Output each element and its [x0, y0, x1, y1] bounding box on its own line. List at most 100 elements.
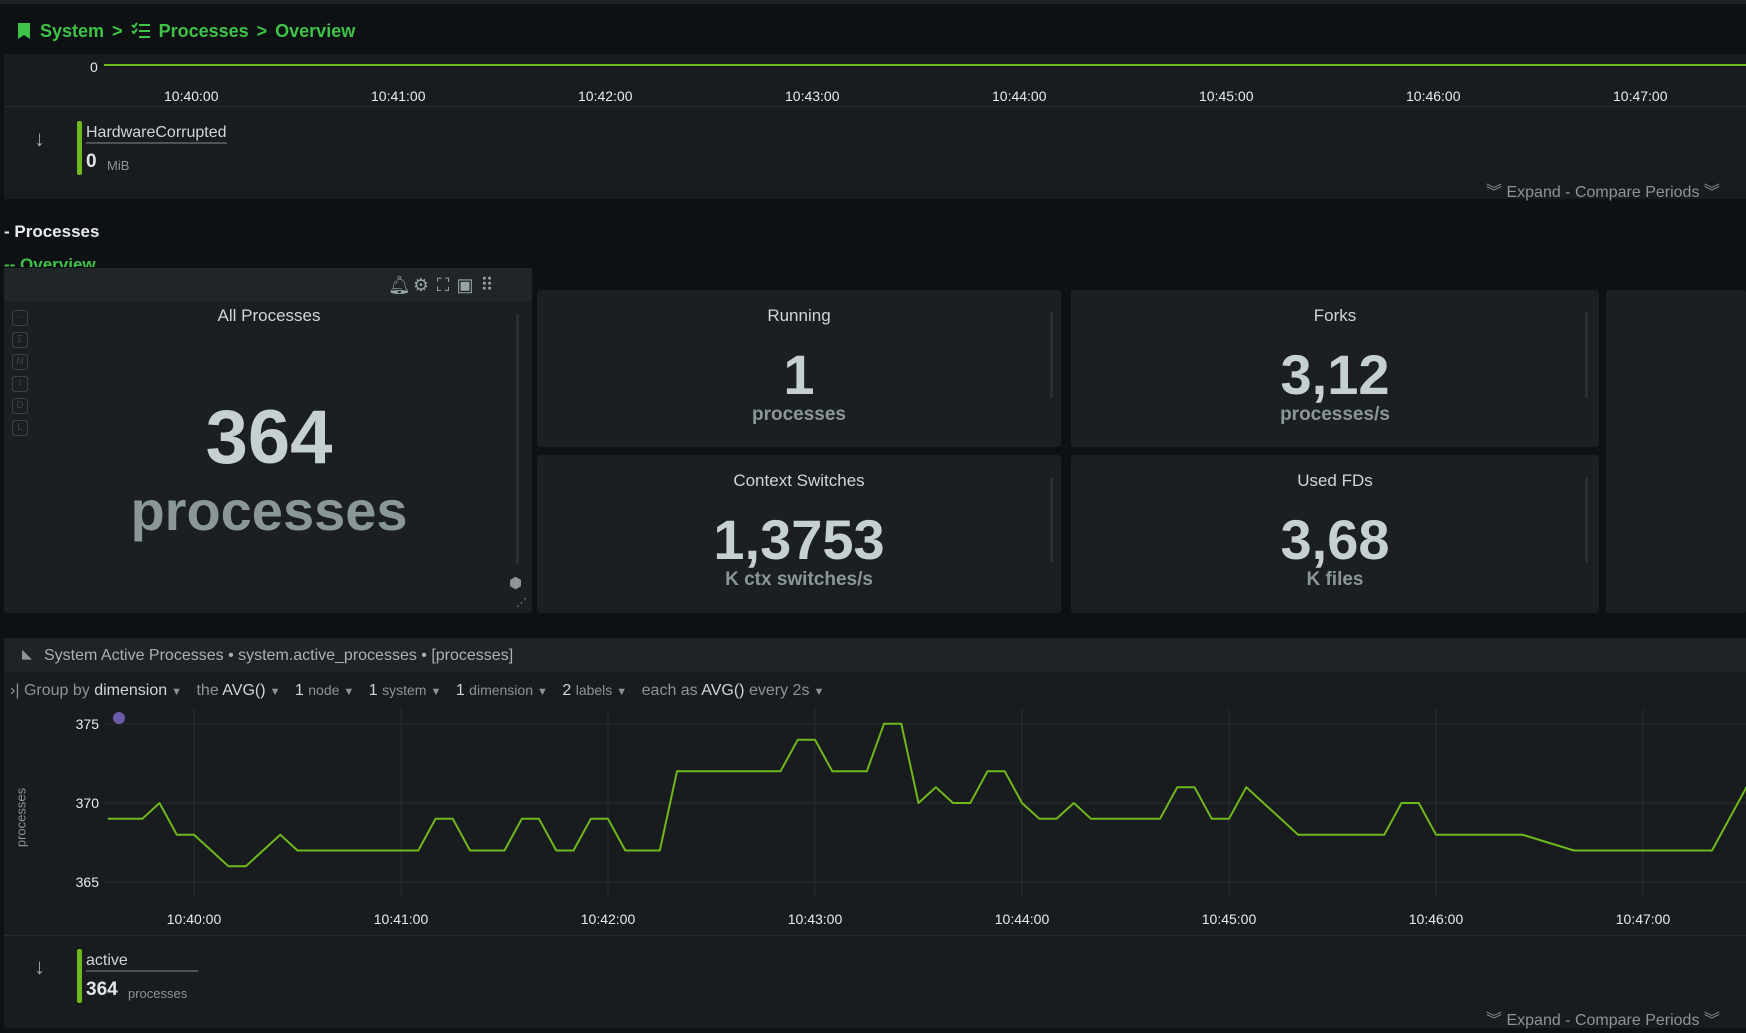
aggregation-label: the: [196, 682, 219, 699]
breadcrumb-overview[interactable]: Overview: [275, 21, 355, 42]
line-chart-svg[interactable]: 10:40:00 10:41:00 10:42:00 10:43:00 10:44:00…: [4, 708, 1746, 938]
systems-dropdown[interactable]: system: [382, 682, 426, 698]
card-unit: K ctx switches/s: [725, 569, 873, 590]
card-unit: processes/s: [1280, 404, 1390, 425]
netdata-icon: ⬢: [509, 575, 523, 592]
section-overview[interactable]: -- Overview: [4, 255, 96, 267]
nodes-dropdown[interactable]: node: [308, 682, 339, 698]
y-tick-label: 0: [90, 59, 98, 75]
running-card[interactable]: Running 1 processes: [537, 290, 1061, 447]
legend-color-bar: [77, 949, 82, 1003]
x-tick-label: 10:41:00: [371, 88, 426, 104]
x-axis-ticks: 10:40:00 10:41:00 10:42:00 10:43:00 10:4…: [4, 88, 1746, 108]
legend-value: 0: [86, 151, 97, 172]
expand-compare-link[interactable]: ︾ Expand - Compare Periods ︾: [1486, 1006, 1720, 1030]
card-title: Forks: [1313, 306, 1357, 325]
group-by-dropdown[interactable]: dimension: [94, 682, 167, 699]
card-title: Running: [767, 306, 831, 325]
i-icon[interactable]: I: [12, 376, 28, 392]
chevron-down-icon[interactable]: ▼: [343, 686, 354, 698]
card-value: 364: [205, 395, 333, 480]
breadcrumb-system[interactable]: System: [40, 21, 104, 42]
systems-count[interactable]: 1: [369, 682, 378, 699]
x-tick-label: 10:42:00: [578, 88, 633, 104]
arrow-down-icon[interactable]: ↓: [34, 954, 45, 980]
card-unit: processes: [130, 479, 408, 542]
series-line-active[interactable]: [107, 722, 1746, 868]
card-value: 1,3753: [713, 508, 885, 571]
save-icon[interactable]: ▣: [454, 275, 476, 296]
labels-dropdown[interactable]: labels: [576, 682, 613, 698]
annotation-marker-icon[interactable]: [113, 712, 125, 724]
group-by-label: Group by: [23, 682, 90, 699]
labels-count[interactable]: 2: [562, 682, 571, 699]
each-as-label: each as: [641, 682, 698, 699]
double-chevron-down-icon: ︾: [1703, 1012, 1720, 1029]
x-tick-label: 10:46:00: [1409, 911, 1464, 927]
used-fds-card[interactable]: Used FDs 3,68 K files: [1071, 455, 1599, 613]
breadcrumb-separator: >: [112, 20, 123, 41]
x-tick-label: 10:40:00: [164, 88, 219, 104]
chevron-down-icon[interactable]: ▼: [171, 686, 182, 698]
chevron-down-icon[interactable]: ▼: [270, 686, 281, 698]
card-scrollbar[interactable]: [1585, 312, 1588, 398]
chevron-down-icon[interactable]: ▼: [813, 686, 824, 698]
card-title: Used FDs: [1297, 471, 1373, 490]
dimensions-dropdown[interactable]: dimension: [469, 682, 533, 698]
zero-line: [104, 64, 1746, 66]
x-tick-label: 10:47:00: [1613, 88, 1668, 104]
time-aggregation-dropdown[interactable]: AVG(): [701, 682, 744, 699]
fullscreen-icon[interactable]: ⛶: [432, 275, 454, 296]
x-tick-label: 10:43:00: [788, 911, 843, 927]
x-tick-label: 10:45:00: [1199, 88, 1254, 104]
chart-status-icon: ◣: [22, 646, 32, 661]
y-tick-label: 370: [76, 795, 100, 811]
sliders-icon[interactable]: ⚙: [410, 275, 432, 296]
chevron-down-icon[interactable]: ▼: [537, 686, 548, 698]
aggregation-dropdown[interactable]: AVG(): [222, 682, 265, 699]
arrow-down-icon[interactable]: ↓: [34, 126, 45, 152]
double-chevron-down-icon: ︾: [1703, 184, 1720, 201]
legend-dimension-name[interactable]: active: [86, 952, 198, 972]
collapse-icon[interactable]: ›|: [10, 682, 19, 699]
x-tick-label: 10:44:00: [992, 88, 1047, 104]
x-tick-label: 10:44:00: [995, 911, 1050, 927]
breadcrumb-processes[interactable]: Processes: [159, 21, 249, 42]
breadcrumb: System > Processes > Overview: [16, 18, 355, 44]
double-chevron-down-icon: ︾: [1486, 1012, 1503, 1029]
bookmark-icon: [18, 23, 30, 39]
card-unit: K files: [1306, 569, 1364, 590]
chart-header-title[interactable]: System Active Processes • system.active_…: [44, 647, 513, 665]
all-processes-card[interactable]: 🔔︎ ⚙ ⛶ ▣ ⠿ ⋯ Σ N I D L All Processes 364 pro…: [4, 268, 532, 613]
legend-dimension-name[interactable]: HardwareCorrupted: [86, 124, 227, 144]
legend-value: 364: [86, 979, 118, 1000]
card-scrollbar[interactable]: [1050, 477, 1053, 563]
partial-card[interactable]: [1606, 290, 1746, 613]
drag-handle-icon[interactable]: ⠿: [476, 275, 498, 296]
card-scrollbar[interactable]: [516, 314, 519, 564]
divider: [4, 935, 1746, 936]
resize-handle-icon[interactable]: ⋰: [516, 596, 527, 609]
bell-icon[interactable]: 🔔︎: [388, 275, 411, 296]
legend-unit: processes: [128, 986, 188, 1001]
chevron-down-icon[interactable]: ▼: [430, 686, 441, 698]
card-scrollbar[interactable]: [1050, 312, 1053, 398]
chevron-down-icon[interactable]: ▼: [616, 686, 627, 698]
expand-compare-link[interactable]: ︾ Expand - Compare Periods ︾: [1486, 178, 1720, 202]
interval-dropdown[interactable]: every 2s: [749, 682, 809, 699]
sigma-icon[interactable]: Σ: [12, 332, 28, 348]
expand-compare-label: Expand - Compare Periods: [1506, 1012, 1700, 1029]
n-icon[interactable]: N: [12, 354, 28, 370]
section-processes[interactable]: - Processes: [4, 222, 99, 242]
card-value: 3,12: [1280, 343, 1390, 406]
context-switches-card[interactable]: Context Switches 1,3753 K ctx switches/s: [537, 455, 1061, 613]
dimensions-count[interactable]: 1: [456, 682, 465, 699]
filter-row: ›| Group by dimension ▼ the AVG() ▼ 1 node…: [10, 682, 834, 700]
x-tick-label: 10:41:00: [374, 911, 429, 927]
forks-card[interactable]: Forks 3,12 processes/s: [1071, 290, 1599, 447]
card-scrollbar[interactable]: [1585, 477, 1588, 563]
card-toolbar-icons: 🔔︎ ⚙ ⛶ ▣ ⠿: [388, 275, 498, 296]
nodes-count[interactable]: 1: [295, 682, 304, 699]
expand-compare-label: Expand - Compare Periods: [1506, 184, 1700, 201]
card-title: All Processes: [217, 306, 321, 325]
